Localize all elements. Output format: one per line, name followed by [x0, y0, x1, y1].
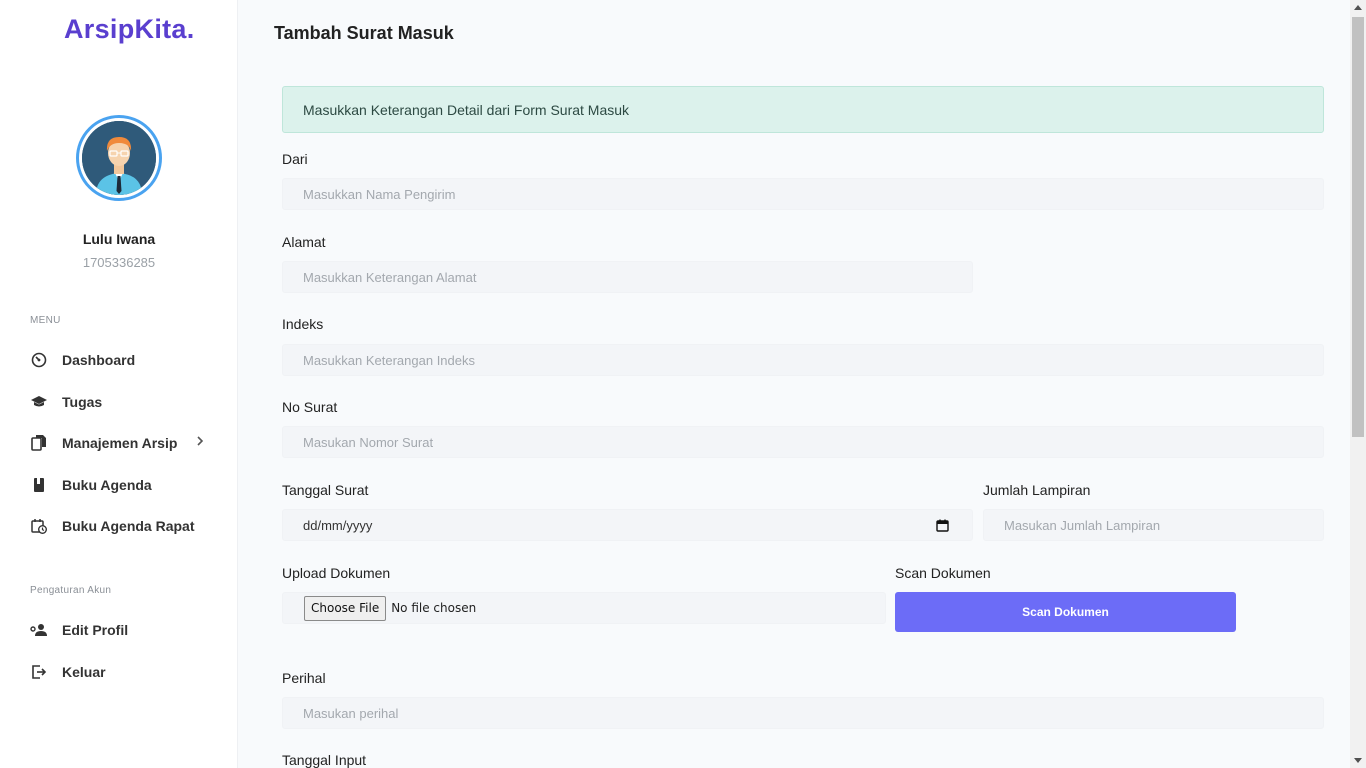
dari-label: Dari: [282, 151, 308, 167]
sidebar-item-label: Buku Agenda: [62, 477, 152, 493]
sidebar-item-keluar[interactable]: Keluar: [30, 660, 210, 684]
avatar: [76, 115, 162, 201]
sidebar-item-dashboard[interactable]: Dashboard: [30, 348, 210, 372]
sidebar-item-label: Edit Profil: [62, 622, 129, 638]
user-cog-icon: [30, 621, 48, 639]
menu-section-label: MENU: [30, 315, 61, 326]
sidebar-item-buku-agenda-rapat[interactable]: Buku Agenda Rapat: [30, 514, 210, 538]
indeks-input[interactable]: Masukkan Keterangan Indeks: [282, 344, 1324, 376]
indeks-label: Indeks: [282, 316, 324, 332]
scroll-up-arrow-icon[interactable]: [1354, 5, 1362, 10]
sidebar-item-label: Keluar: [62, 664, 106, 680]
brand-name: ArsipKita: [64, 14, 187, 44]
jumlah-lampiran-input[interactable]: Masukan Jumlah Lampiran: [983, 509, 1324, 541]
upload-dokumen-label: Upload Dokumen: [282, 565, 391, 581]
info-alert: Masukkan Keterangan Detail dari Form Sur…: [282, 86, 1324, 133]
calendar-clock-icon: [30, 517, 48, 535]
file-upload-field: Choose File No file chosen: [282, 592, 886, 624]
copy-documents-icon: [30, 434, 48, 452]
page-title: Tambah Surat Masuk: [274, 23, 454, 43]
user-avatar-icon: [82, 121, 156, 195]
chevron-right-icon: [196, 434, 204, 450]
date-value: dd/mm/yyyy: [303, 517, 373, 533]
perihal-label: Perihal: [282, 670, 326, 686]
alamat-label: Alamat: [282, 234, 326, 250]
scroll-down-arrow-icon[interactable]: [1354, 758, 1362, 763]
dari-input[interactable]: Masukkan Nama Pengirim: [282, 178, 1324, 210]
sidebar-item-tugas[interactable]: Tugas: [30, 390, 210, 414]
tanggal-surat-input[interactable]: dd/mm/yyyy: [282, 509, 973, 541]
user-name: Lulu Iwana: [82, 231, 156, 247]
logout-icon: [30, 663, 48, 681]
sidebar-item-label: Dashboard: [62, 352, 136, 368]
sidebar-item-label: Tugas: [62, 394, 103, 410]
brand-logo[interactable]: ArsipKita.: [64, 14, 195, 45]
jumlah-lampiran-label: Jumlah Lampiran: [983, 482, 1091, 498]
no-surat-label: No Surat: [282, 399, 338, 415]
no-surat-input[interactable]: Masukan Nomor Surat: [282, 426, 1324, 458]
sidebar-item-edit-profil[interactable]: Edit Profil: [30, 618, 210, 642]
sidebar: ArsipKita. Lulu Iwana 1705336285 MENU Da…: [0, 0, 238, 768]
avatar-illustration: [82, 121, 156, 195]
tanggal-input-label: Tanggal Input: [282, 752, 367, 768]
scroll-thumb[interactable]: [1352, 17, 1364, 437]
user-id: 1705336285: [82, 255, 156, 270]
file-status: No file chosen: [391, 601, 477, 615]
sidebar-item-buku-agenda[interactable]: Buku Agenda: [30, 473, 210, 497]
graduation-cap-icon: [30, 393, 48, 411]
calendar-icon[interactable]: [936, 519, 949, 532]
brand-dot: .: [186, 14, 195, 44]
choose-file-button[interactable]: Choose File: [304, 595, 387, 621]
scan-dokumen-label: Scan Dokumen: [895, 565, 991, 581]
account-section-label: Pengaturan Akun: [30, 585, 112, 596]
vertical-scrollbar[interactable]: [1350, 0, 1366, 768]
sidebar-item-label: Manajemen Arsip: [62, 435, 178, 451]
sidebar-item-manajemen-arsip[interactable]: Manajemen Arsip: [30, 431, 210, 455]
dashboard-gauge-icon: [30, 351, 48, 369]
alamat-input[interactable]: Masukkan Keterangan Alamat: [282, 261, 973, 293]
tanggal-surat-label: Tanggal Surat: [282, 482, 369, 498]
perihal-input[interactable]: Masukan perihal: [282, 697, 1324, 729]
sidebar-item-label: Buku Agenda Rapat: [62, 518, 195, 534]
scan-dokumen-button[interactable]: Scan Dokumen: [895, 592, 1236, 632]
book-icon: [30, 476, 48, 494]
